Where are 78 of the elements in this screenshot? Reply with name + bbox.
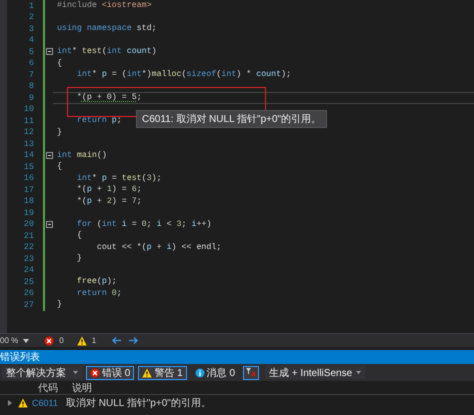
line-number: 19 bbox=[22, 208, 34, 218]
filter-icon bbox=[246, 368, 256, 377]
code-line: for (int i = 0; i < 3; i++) bbox=[76, 220, 212, 229]
code-line: { bbox=[57, 58, 62, 68]
code-line: } bbox=[57, 128, 62, 137]
line-number: 1 bbox=[28, 0, 34, 11]
tooltip: C6011: 取消对 NULL 指针"p+0"的引用。 bbox=[136, 110, 328, 128]
warning-count: 1 bbox=[92, 336, 96, 345]
code-line: int* p = test(3); bbox=[76, 174, 162, 183]
line-number: 5 bbox=[28, 46, 34, 57]
code-line: } bbox=[76, 254, 82, 264]
line-number: 18 bbox=[22, 196, 34, 206]
back-arrow-icon[interactable] bbox=[112, 337, 122, 344]
code-line: } bbox=[57, 300, 62, 310]
line-number: 16 bbox=[22, 173, 34, 184]
code-line: *(p + 2) = 7; bbox=[76, 196, 142, 206]
line-number: 25 bbox=[22, 276, 34, 287]
error-count: 0 bbox=[59, 336, 64, 345]
line-number: 6 bbox=[28, 58, 34, 68]
error-icon bbox=[90, 368, 100, 378]
line-number: 4 bbox=[28, 35, 34, 46]
warning-icon bbox=[142, 368, 152, 378]
line-number: 15 bbox=[22, 162, 34, 172]
filter-toggle-button[interactable] bbox=[243, 366, 260, 380]
code-line: free(p); bbox=[76, 277, 117, 286]
filter-button[interactable]: 错误 0 bbox=[86, 366, 134, 380]
code-line: int* test(int count) bbox=[57, 47, 157, 56]
line-number: 11 bbox=[22, 116, 34, 126]
warning-icon bbox=[76, 336, 87, 346]
line-number: 21 bbox=[22, 230, 34, 241]
line-number: 13 bbox=[22, 138, 34, 149]
line-number: 2 bbox=[28, 12, 34, 22]
line-number: 9 bbox=[28, 92, 34, 103]
panel-title: 错误列表 bbox=[0, 350, 40, 364]
caret-icon bbox=[73, 371, 78, 374]
source-dropdown[interactable]: 生成 + IntelliSense bbox=[265, 366, 366, 379]
code-line: *(p + 1) = 6; bbox=[76, 185, 142, 194]
column-header[interactable]: 代码 bbox=[38, 380, 72, 394]
scope-dropdown[interactable]: 整个解决方案 bbox=[2, 366, 82, 379]
line-number: 27 bbox=[22, 300, 34, 310]
code-line: return p; bbox=[76, 116, 122, 126]
line-number: 12 bbox=[22, 127, 34, 138]
warning-icon bbox=[18, 398, 28, 408]
code-line: *(p + 0) = 5; bbox=[76, 93, 142, 102]
code-line: cout << *(p + i) << endl; bbox=[96, 242, 222, 252]
filter-button[interactable]: 消息 0 bbox=[190, 366, 240, 380]
code-line: int main() bbox=[57, 150, 107, 160]
line-number: 17 bbox=[22, 184, 34, 195]
error-code-link[interactable]: C6011 bbox=[32, 398, 62, 408]
error-description: 取消对 NULL 指针"p+0"的引用。 bbox=[66, 396, 211, 410]
code-line: return 0; bbox=[76, 288, 122, 298]
collapse-icon[interactable] bbox=[46, 152, 53, 159]
line-number: 14 bbox=[22, 150, 34, 160]
line-number: 3 bbox=[28, 24, 34, 34]
line-number: 24 bbox=[22, 265, 34, 276]
collapse-icon[interactable] bbox=[46, 48, 53, 56]
line-number: 20 bbox=[22, 219, 34, 230]
expand-icon bbox=[8, 400, 12, 406]
caret-icon bbox=[356, 371, 362, 374]
code-line: int* p = (int*)malloc(sizeof(int) * count); bbox=[76, 70, 292, 80]
line-number: 26 bbox=[22, 288, 34, 298]
code-line: using namespace std; bbox=[57, 24, 157, 34]
info-icon bbox=[194, 368, 205, 378]
line-number: 23 bbox=[22, 254, 34, 264]
collapse-icon[interactable] bbox=[46, 220, 53, 228]
zoom-dropdown[interactable]: 00 % bbox=[0, 336, 18, 345]
code-line: #include <iostream> bbox=[57, 1, 152, 10]
code-line: { bbox=[57, 162, 62, 172]
line-number: 10 bbox=[22, 104, 34, 114]
line-number: 7 bbox=[28, 70, 34, 80]
line-number: 22 bbox=[22, 242, 34, 252]
line-number: 8 bbox=[28, 81, 34, 92]
forward-arrow-icon[interactable] bbox=[129, 337, 138, 344]
error-icon bbox=[44, 336, 54, 346]
code-line: { bbox=[76, 231, 82, 240]
column-header[interactable]: 说明 bbox=[72, 380, 92, 394]
filter-button[interactable]: 警告 1 bbox=[138, 366, 187, 380]
caret-icon bbox=[23, 338, 30, 342]
